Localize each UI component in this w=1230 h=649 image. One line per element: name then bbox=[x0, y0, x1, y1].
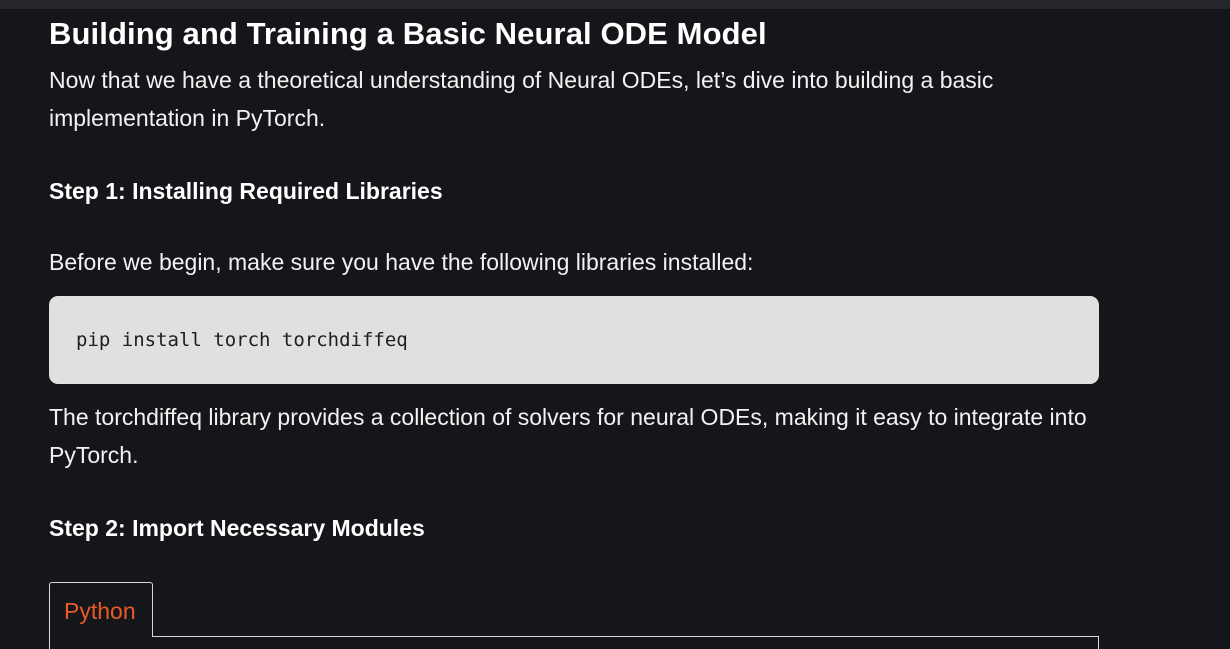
tab-python-label: Python bbox=[64, 598, 136, 624]
browser-top-strip bbox=[0, 0, 1230, 9]
code-panel-right-border bbox=[1098, 637, 1099, 649]
tab-python[interactable]: Python bbox=[49, 582, 153, 637]
tab-bar-divider bbox=[153, 636, 1099, 637]
intro-paragraph: Now that we have a theoretical understan… bbox=[49, 67, 994, 131]
install-code-block[interactable]: pip install torch torchdiffeq bbox=[49, 296, 1099, 384]
torchdiffeq-paragraph: The torchdiffeq library provides a colle… bbox=[49, 404, 1087, 468]
install-command[interactable]: pip install torch torchdiffeq bbox=[76, 327, 408, 353]
section-heading: Building and Training a Basic Neural ODE… bbox=[49, 16, 767, 51]
step2-heading: Step 2: Import Necessary Modules bbox=[49, 515, 425, 541]
code-tab-bar: Python bbox=[49, 582, 1099, 649]
step1-paragraph: Before we begin, make sure you have the … bbox=[49, 249, 754, 275]
step1-heading: Step 1: Installing Required Libraries bbox=[49, 178, 443, 204]
code-panel-left-border bbox=[49, 637, 50, 649]
